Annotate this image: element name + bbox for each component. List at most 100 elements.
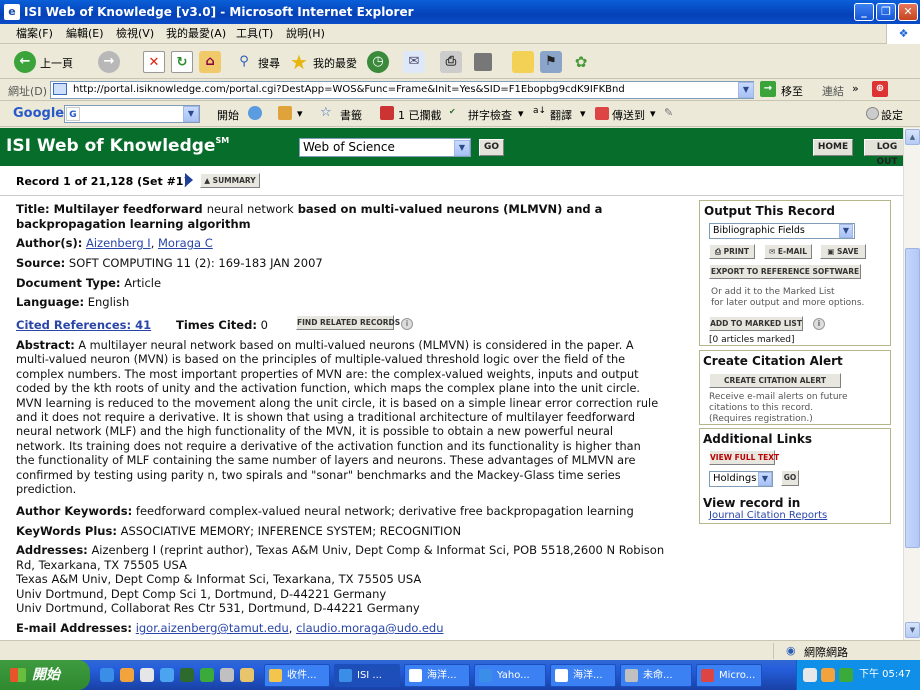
settings-button[interactable]: 設定 bbox=[881, 107, 903, 123]
maximize-button[interactable]: ❐ bbox=[876, 3, 896, 21]
google-dropdown-icon[interactable]: ▼ bbox=[183, 106, 199, 122]
news-icon[interactable] bbox=[248, 106, 262, 120]
print-icon[interactable]: ⎙ bbox=[440, 51, 462, 73]
address-dropdown-icon[interactable]: ▼ bbox=[738, 82, 754, 98]
home-icon[interactable]: ⌂ bbox=[199, 51, 221, 73]
translate-button[interactable]: 翻譯 bbox=[550, 107, 572, 123]
jcr-link[interactable]: Journal Citation Reports bbox=[709, 510, 827, 521]
refresh-icon[interactable]: ↻ bbox=[171, 51, 193, 73]
history-icon[interactable]: ◷ bbox=[367, 51, 389, 73]
isi-brand[interactable]: ISI Web of KnowledgeSM bbox=[6, 136, 229, 156]
find-related-records-button[interactable]: FIND RELATED RECORDS bbox=[296, 315, 400, 330]
scroll-down-icon[interactable]: ▼ bbox=[905, 622, 920, 638]
quicklaunch-ie-icon[interactable] bbox=[100, 668, 114, 682]
cited-references-link[interactable]: Cited References: 41 bbox=[16, 318, 151, 332]
note-icon[interactable] bbox=[512, 51, 534, 73]
quicklaunch-outlook-icon[interactable] bbox=[120, 668, 134, 682]
forward-arrow-icon[interactable]: → bbox=[98, 51, 120, 73]
view-full-text-button[interactable]: VIEW FULL TEXT bbox=[709, 450, 779, 465]
scroll-up-icon[interactable]: ▲ bbox=[905, 129, 920, 145]
logout-button[interactable]: LOG OUT bbox=[864, 139, 903, 167]
links-label[interactable]: 連結 bbox=[822, 83, 844, 99]
back-arrow-icon[interactable]: ← bbox=[14, 51, 36, 73]
database-go-button[interactable]: GO bbox=[479, 139, 504, 156]
favorites-star-icon[interactable]: ★ bbox=[288, 51, 310, 73]
links-chevron-icon[interactable]: » bbox=[852, 82, 859, 95]
task-yahoo[interactable]: Yaho... bbox=[474, 664, 546, 687]
minimize-button[interactable]: _ bbox=[854, 3, 874, 21]
snagit-icon[interactable]: ⊕ bbox=[872, 81, 888, 97]
database-dropdown-icon[interactable]: ▼ bbox=[454, 140, 470, 156]
quicklaunch-messenger-icon[interactable] bbox=[200, 668, 214, 682]
favorites-label[interactable]: 我的最愛 bbox=[313, 55, 357, 71]
quicklaunch-ie2-icon[interactable] bbox=[160, 668, 174, 682]
sendto-icon[interactable] bbox=[595, 107, 609, 120]
vertical-scrollbar[interactable]: ▲ ▼ bbox=[903, 128, 920, 640]
address-input[interactable]: http://portal.isiknowledge.com/portal.cg… bbox=[50, 81, 754, 99]
info-icon[interactable]: i bbox=[813, 318, 825, 330]
email-link-aizenberg[interactable]: igor.aizenberg@tamut.edu bbox=[136, 621, 289, 635]
search-label[interactable]: 搜尋 bbox=[258, 55, 280, 71]
output-fields-select[interactable]: Bibliographic Fields bbox=[709, 223, 855, 239]
task-inbox[interactable]: 收件... bbox=[264, 664, 330, 687]
home-button[interactable]: HOME bbox=[813, 139, 853, 156]
menu-favorites[interactable]: 我的最愛(A) bbox=[166, 24, 226, 44]
edit-icon[interactable] bbox=[474, 53, 492, 71]
start-button[interactable]: 開始 bbox=[0, 660, 90, 690]
tray-icon[interactable] bbox=[839, 668, 853, 682]
google-search-button[interactable]: 開始 bbox=[217, 107, 239, 123]
task-ocean-1[interactable]: 海洋... bbox=[404, 664, 470, 687]
go-arrow-icon[interactable]: → bbox=[760, 81, 776, 97]
close-button[interactable]: ✕ bbox=[898, 3, 918, 21]
email-link-moraga[interactable]: claudio.moraga@udo.edu bbox=[296, 621, 443, 635]
bookmarks-button[interactable]: 書籤 bbox=[340, 107, 362, 123]
database-select[interactable]: Web of Science bbox=[299, 138, 471, 157]
holdings-go-button[interactable]: GO bbox=[781, 470, 799, 486]
google-g-icon[interactable]: G bbox=[66, 107, 80, 121]
menu-view[interactable]: 檢視(V) bbox=[116, 24, 154, 44]
menu-edit[interactable]: 編輯(E) bbox=[66, 24, 104, 44]
google-logo[interactable]: Google bbox=[13, 106, 64, 121]
go-button[interactable]: 移至 bbox=[781, 83, 803, 99]
messenger-icon[interactable]: ✿ bbox=[570, 51, 592, 73]
translate-icon[interactable]: a↓ bbox=[533, 106, 546, 116]
author-link-aizenberg[interactable]: Aizenberg I bbox=[86, 236, 151, 250]
menu-tools[interactable]: 工具(T) bbox=[236, 24, 273, 44]
spellcheck-button[interactable]: 拼字檢查 bbox=[468, 107, 512, 123]
tray-icon[interactable] bbox=[803, 668, 817, 682]
search-icon[interactable]: ⚲ bbox=[233, 51, 255, 73]
quicklaunch-desktop-icon[interactable] bbox=[180, 668, 194, 682]
email-button[interactable]: ✉ E-MAIL bbox=[764, 244, 812, 259]
clock[interactable]: 下午 05:47 bbox=[859, 660, 911, 690]
google-search-input[interactable] bbox=[64, 105, 200, 123]
sendto-dropdown-icon[interactable]: ▾ bbox=[650, 107, 656, 120]
tray-icon[interactable] bbox=[821, 668, 835, 682]
quicklaunch-folder-icon[interactable] bbox=[240, 668, 254, 682]
print-button[interactable]: ⎙ PRINT bbox=[709, 244, 755, 259]
stop-icon[interactable]: ✕ bbox=[143, 51, 165, 73]
save-button[interactable]: ▣ SAVE bbox=[820, 244, 866, 259]
task-untitled[interactable]: 未命... bbox=[620, 664, 692, 687]
research-icon[interactable]: ⚑ bbox=[540, 51, 562, 73]
menu-file[interactable]: 檔案(F) bbox=[16, 24, 53, 44]
popups-blocked-label[interactable]: 1 已攔截 bbox=[398, 107, 442, 123]
author-link-moraga[interactable]: Moraga C bbox=[158, 236, 213, 250]
sendto-button[interactable]: 傳送到 bbox=[612, 107, 645, 123]
pagerank-icon[interactable] bbox=[278, 106, 292, 120]
quicklaunch-app-icon[interactable] bbox=[140, 668, 154, 682]
back-label[interactable]: 上一頁 bbox=[40, 55, 73, 71]
spellcheck-dropdown-icon[interactable]: ▾ bbox=[518, 107, 524, 120]
quicklaunch-explorer-icon[interactable] bbox=[220, 668, 234, 682]
chevron-down-icon[interactable]: ▾ bbox=[297, 107, 303, 120]
spellcheck-icon[interactable]: ✔ bbox=[449, 107, 456, 116]
translate-dropdown-icon[interactable]: ▾ bbox=[580, 107, 586, 120]
summary-button[interactable]: ▲ SUMMARY bbox=[200, 173, 260, 188]
next-record-arrow-icon[interactable] bbox=[185, 173, 193, 187]
task-ocean-2[interactable]: 海洋... bbox=[550, 664, 616, 687]
task-isi[interactable]: ISI ... bbox=[334, 664, 400, 687]
menu-help[interactable]: 說明(H) bbox=[286, 24, 325, 44]
export-button[interactable]: EXPORT TO REFERENCE SOFTWARE bbox=[709, 264, 861, 279]
holdings-dropdown-icon[interactable]: ▼ bbox=[758, 472, 772, 486]
output-fields-dropdown-icon[interactable]: ▼ bbox=[839, 224, 853, 238]
mail-icon[interactable]: ✉ bbox=[403, 51, 425, 73]
